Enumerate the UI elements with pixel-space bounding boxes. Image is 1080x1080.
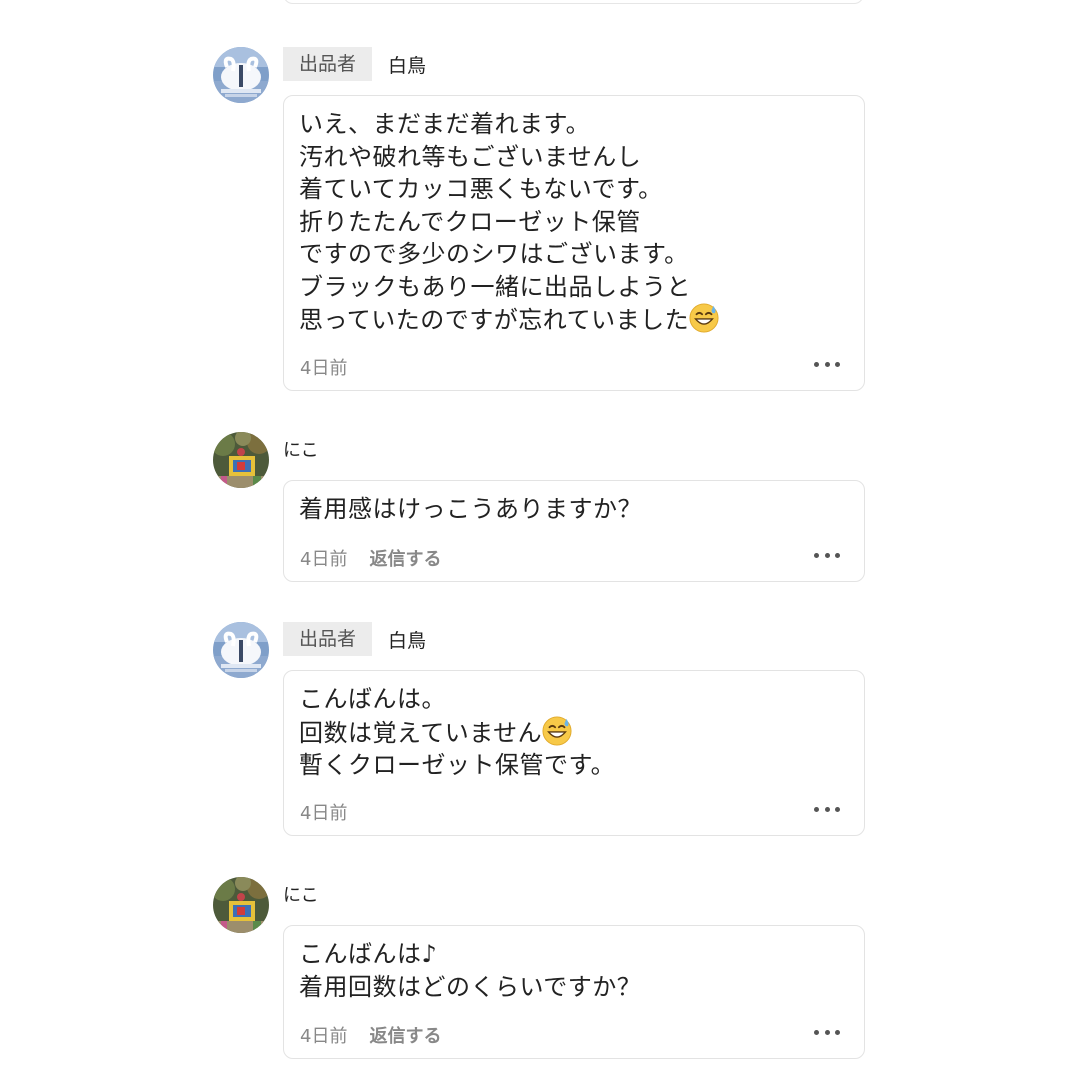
comment-header: にこ (283, 436, 319, 462)
seller-badge: 出品者 (283, 622, 373, 656)
comment-bubble: いえ、まだまだ着れます。 汚れや破れ等もございませんし 着ていてカッコ悪くもない… (283, 95, 865, 391)
parade-avatar-icon (213, 877, 269, 933)
more-dots-icon[interactable] (814, 1028, 840, 1036)
comment-meta: 4日前 (300, 354, 347, 380)
comment-seller-1: 出品者 白鳥 いえ、まだまだ着れます。 汚れや破れ等もございませんし 着ていてカ… (213, 47, 865, 391)
seller-badge: 出品者 (283, 47, 373, 81)
comment-bubble: 着用感はけっこうありますか？ 4日前 返信する (283, 480, 865, 582)
buyer-avatar[interactable] (213, 432, 269, 488)
comment-buyer-2: にこ こんばんは♪ 着用回数はどのくらいですか？ 4日前 返信する (213, 877, 865, 1059)
comment-seller-2: 出品者 白鳥 こんばんは。 回数は覚えていません 暫くクローゼット保管です。 4… (213, 622, 865, 836)
comment-text: こんばんは♪ 着用回数はどのくらいですか？ (299, 940, 642, 1001)
more-dots-icon[interactable] (814, 360, 840, 368)
comment-text: 着用感はけっこうありますか？ (299, 495, 642, 523)
comment-bubble: こんばんは。 回数は覚えていません 暫くクローゼット保管です。 4日前 (283, 670, 865, 836)
comment-bubble: こんばんは♪ 着用回数はどのくらいですか？ 4日前 返信する (283, 925, 865, 1059)
grinning-sweat-emoji-icon (689, 303, 719, 333)
comment-meta: 4日前 返信する (300, 1022, 441, 1048)
previous-comment-bubble-edge (283, 0, 864, 4)
seller-avatar[interactable] (213, 622, 269, 678)
reply-button[interactable]: 返信する (369, 545, 441, 571)
comment-header: にこ (283, 881, 319, 907)
comment-meta: 4日前 (300, 799, 347, 825)
grinning-sweat-emoji-icon (542, 716, 572, 746)
comment-buyer-1: にこ 着用感はけっこうありますか？ 4日前 返信する (213, 432, 865, 582)
comment-time: 4日前 (300, 358, 348, 379)
comment-time: 4日前 (300, 1026, 348, 1047)
comment-time: 4日前 (300, 549, 348, 570)
comment-time: 4日前 (300, 803, 348, 824)
swan-avatar-icon (213, 47, 269, 103)
username[interactable]: 白鳥 (388, 51, 426, 78)
parade-avatar-icon (213, 432, 269, 488)
username[interactable]: にこ (283, 881, 319, 907)
seller-avatar[interactable] (213, 47, 269, 103)
reply-button[interactable]: 返信する (369, 1022, 441, 1048)
buyer-avatar[interactable] (213, 877, 269, 933)
comment-header: 出品者 白鳥 (283, 47, 426, 81)
comment-text: こんばんは。 回数は覚えていません 暫くクローゼット保管です。 (299, 685, 616, 779)
username[interactable]: 白鳥 (388, 626, 426, 653)
comment-meta: 4日前 返信する (300, 545, 441, 571)
comment-header: 出品者 白鳥 (283, 622, 426, 656)
more-dots-icon[interactable] (814, 551, 840, 559)
username[interactable]: にこ (283, 436, 319, 462)
swan-avatar-icon (213, 622, 269, 678)
more-dots-icon[interactable] (814, 805, 840, 813)
comment-text: いえ、まだまだ着れます。 汚れや破れ等もございませんし 着ていてカッコ悪くもない… (299, 108, 719, 337)
